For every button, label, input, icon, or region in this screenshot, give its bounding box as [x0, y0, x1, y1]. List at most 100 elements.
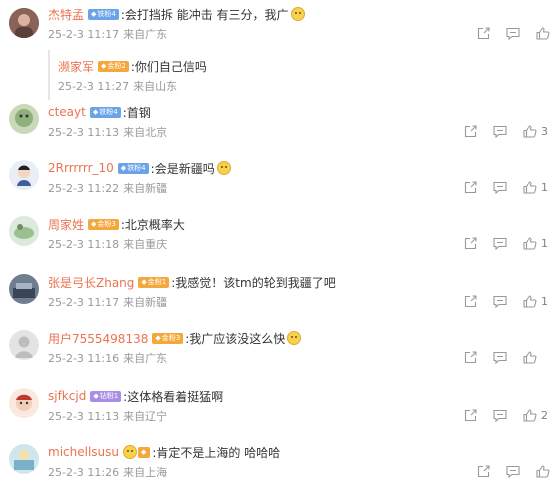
comment-icon[interactable] [493, 181, 507, 194]
comment-date: 25-2-3 11:17 [48, 296, 120, 309]
share-icon[interactable] [464, 236, 477, 250]
comment-item: 周家姓 ◆金粉3 :北京概率大 25-2-3 11:18 来自重庆 1 [0, 216, 556, 264]
username[interactable]: 张是弓长Zhang [48, 274, 134, 291]
like-icon[interactable] [536, 26, 550, 40]
reply-location: 来自山东 [133, 80, 178, 93]
comment-icon[interactable] [493, 125, 507, 138]
comment-item: 杰特孟 ◆铁粉4 :会打挡拆 能冲击 有三分，我广 25-2-3 11:17 来自… [0, 6, 556, 100]
comment-meta: 25-2-3 11:17 来自新疆 [48, 294, 171, 310]
comment-item: michellsusu ◆ :肯定不是上海的 哈哈哈 25-2-3 11:26 来… [0, 444, 556, 484]
comment-text: :首钢 [122, 105, 151, 120]
avatar[interactable] [9, 444, 39, 474]
avatar[interactable] [9, 330, 39, 360]
avatar[interactable] [9, 216, 39, 246]
like-icon[interactable] [536, 464, 550, 478]
comment-icon[interactable] [506, 465, 520, 478]
comment-date: 25-2-3 11:26 [48, 466, 120, 479]
comment-location: 来自新疆 [123, 182, 168, 195]
comment-location: 来自新疆 [123, 296, 168, 309]
reply-username[interactable]: 濒家军 [58, 58, 94, 75]
fan-badge[interactable]: ◆铁粉4 [88, 8, 119, 20]
username[interactable]: cteayt [48, 105, 86, 119]
fan-badge[interactable]: ◆铁粉4 [89, 106, 121, 118]
username[interactable]: sjfkcjd [48, 389, 86, 403]
comment-meta: 25-2-3 11:17 来自广东 [48, 26, 171, 42]
comment-icon[interactable] [493, 409, 507, 422]
comment-date: 25-2-3 11:18 [48, 238, 120, 251]
comment-text: :这体格看着挺猛啊 [123, 389, 224, 404]
comment-item: 张是弓长Zhang ◆金粉1 :我感觉！该tm的轮到我疆了吧 25-2-3 11… [0, 274, 556, 322]
like-icon [523, 180, 537, 194]
share-icon[interactable] [477, 464, 490, 478]
comment-item: 用户7555498138 ◆金粉3 :我广应该没这么快 25-2-3 11:16… [0, 330, 556, 378]
avatar[interactable] [9, 160, 39, 190]
comment-text: :我感觉！该tm的轮到我疆了吧 [171, 275, 336, 290]
comment-meta: 25-2-3 11:13 来自北京 [48, 124, 171, 140]
fan-badge[interactable]: ◆金粉1 [138, 276, 170, 288]
emoji-icon [123, 445, 137, 459]
username[interactable]: 2Rrrrrrr_10 [48, 161, 114, 175]
reply-meta: 25-2-3 11:27 来自山东 [58, 78, 181, 94]
comment-text: :会打挡拆 能冲击 有三分，我广 [120, 7, 289, 22]
like-icon [523, 294, 537, 308]
comment-meta: 25-2-3 11:16 来自广东 [48, 350, 171, 366]
comment-item: 2Rrrrrrr_10 ◆铁粉4 :会是新疆吗 25-2-3 11:22 来自新疆… [0, 160, 556, 208]
comment-location: 来自广东 [123, 28, 168, 41]
comment-location: 来自广东 [123, 352, 168, 365]
emoji-icon [216, 161, 231, 175]
avatar[interactable] [9, 388, 39, 418]
avatar[interactable] [9, 8, 39, 38]
username[interactable]: 杰特孟 [48, 6, 84, 23]
share-icon[interactable] [464, 180, 477, 194]
comment-location: 来自重庆 [123, 238, 168, 251]
fan-badge[interactable]: ◆铁粉4 [117, 162, 149, 174]
share-icon[interactable] [464, 294, 477, 308]
comment-item: cteayt ◆铁粉4 :首钢 25-2-3 11:13 来自北京 3 [0, 104, 556, 152]
comment-icon[interactable] [493, 351, 507, 364]
comment-meta: 25-2-3 11:26 来自上海 [48, 464, 171, 480]
like-icon [523, 124, 537, 138]
username[interactable]: 用户7555498138 [48, 330, 148, 347]
share-icon[interactable] [464, 124, 477, 138]
comment-location: 来自上海 [123, 466, 168, 479]
comment-meta: 25-2-3 11:18 来自重庆 [48, 236, 171, 252]
comment-date: 25-2-3 11:13 [48, 410, 120, 423]
share-icon[interactable] [464, 408, 477, 422]
like-count: 1 [541, 180, 548, 194]
like-count: 1 [541, 236, 548, 250]
like-count: 2 [541, 408, 548, 422]
comment-location: 来自辽宁 [123, 410, 168, 423]
like-button[interactable]: 3 [523, 125, 548, 138]
comment-icon[interactable] [493, 237, 507, 250]
username[interactable]: michellsusu [48, 445, 119, 459]
comment-text: :北京概率大 [120, 217, 185, 232]
like-button[interactable]: 2 [523, 409, 548, 422]
emoji-icon [287, 331, 302, 345]
share-icon[interactable] [464, 350, 477, 364]
fan-badge[interactable]: ◆钻粉1 [90, 390, 122, 402]
like-button[interactable]: 1 [523, 181, 548, 194]
reply-block: 濒家军 ◆金粉2 :你们自己信吗 25-2-3 11:27 来自山东 [48, 50, 556, 100]
like-count: 3 [541, 124, 548, 138]
comment-item: sjfkcjd ◆钻粉1 :这体格看着挺猛啊 25-2-3 11:13 来自辽宁 … [0, 388, 556, 436]
fan-badge[interactable]: ◆ [138, 446, 151, 458]
comment-date: 25-2-3 11:13 [48, 126, 120, 139]
comment-icon[interactable] [493, 295, 507, 308]
share-icon[interactable] [477, 26, 490, 40]
username[interactable]: 周家姓 [48, 216, 84, 233]
avatar[interactable] [9, 104, 39, 134]
avatar[interactable] [9, 274, 39, 304]
like-icon[interactable] [523, 350, 537, 364]
comment-date: 25-2-3 11:17 [48, 28, 120, 41]
reply-text: :你们自己信吗 [130, 60, 207, 74]
comment-text: :我广应该没这么快 [185, 331, 286, 346]
like-button[interactable]: 1 [523, 295, 548, 308]
fan-badge[interactable]: ◆金粉3 [88, 218, 119, 230]
fan-badge[interactable]: ◆金粉3 [152, 332, 184, 344]
comment-date: 25-2-3 11:22 [48, 182, 120, 195]
comment-text: :肯定不是上海的 哈哈哈 [152, 445, 281, 460]
comment-icon[interactable] [506, 27, 520, 40]
emoji-icon [290, 7, 305, 21]
like-button[interactable]: 1 [523, 237, 548, 250]
fan-badge[interactable]: ◆金粉2 [98, 61, 129, 72]
